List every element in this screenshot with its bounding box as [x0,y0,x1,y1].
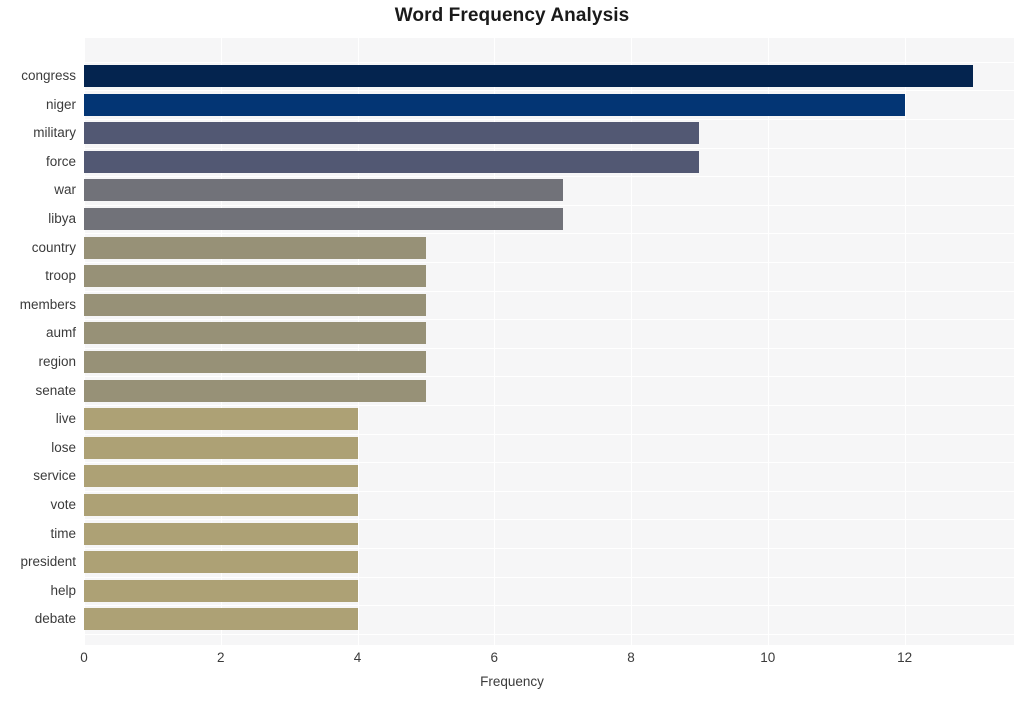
horizontal-gridline [84,119,1014,120]
bar-region[interactable] [84,351,426,373]
y-axis-label-niger: niger [45,96,76,112]
x-tick-2: 2 [216,650,225,665]
chart-figure: Word Frequency Analysis congress niger mil… [0,0,1024,701]
horizontal-gridline [84,262,1014,263]
y-axis-label-president: president [20,554,76,570]
x-tick-4: 4 [353,650,362,665]
bar-aumf[interactable] [84,322,426,344]
y-axis-label-senate: senate [35,382,76,398]
bar-war[interactable] [84,179,563,201]
vertical-gridline [767,38,769,645]
horizontal-gridline [84,348,1014,349]
bar-troop[interactable] [84,265,426,287]
bar-vote[interactable] [84,494,358,516]
horizontal-gridline [84,519,1014,520]
x-tick-10: 10 [760,650,776,665]
bar-live[interactable] [84,408,358,430]
y-axis-label-debate: debate [34,611,76,627]
plot-area [84,38,1014,645]
horizontal-gridline [84,577,1014,578]
y-axis-label-service: service [33,468,76,484]
y-axis-label-vote: vote [50,497,76,512]
bar-country[interactable] [84,237,426,259]
vertical-gridline [904,38,906,645]
bar-military[interactable] [84,122,699,144]
y-axis-label-members: members [19,296,76,312]
bar-force[interactable] [84,151,699,173]
horizontal-gridline [84,605,1014,606]
y-axis-label-time: time [50,525,76,541]
bar-lose[interactable] [84,437,358,459]
horizontal-gridline [84,62,1014,63]
bar-members[interactable] [84,294,426,316]
horizontal-gridline [84,634,1014,635]
horizontal-gridline [84,176,1014,177]
horizontal-gridline [84,405,1014,406]
horizontal-gridline [84,548,1014,549]
y-axis-label-aumf: aumf [45,325,76,341]
y-axis-label-troop: troop [45,268,76,284]
horizontal-gridline [84,233,1014,234]
bar-niger[interactable] [84,94,905,116]
y-axis-label-military: military [33,125,76,141]
y-axis-label-force: force [45,153,76,169]
x-tick-12: 12 [897,650,913,665]
x-tick-0: 0 [80,650,88,665]
y-axis-label-country: country [31,239,76,255]
x-axis-title: Frequency [480,674,544,689]
y-axis-label-region: region [38,354,76,369]
y-axis-label-help: help [50,582,76,598]
horizontal-gridline [84,205,1014,206]
bar-debate[interactable] [84,608,358,630]
bar-president[interactable] [84,551,358,573]
y-axis-label-congress: congress [21,68,76,83]
x-tick-6: 6 [490,650,499,665]
horizontal-gridline [84,148,1014,149]
horizontal-gridline [84,491,1014,492]
bar-service[interactable] [84,465,358,487]
x-tick-8: 8 [627,650,635,665]
horizontal-gridline [84,462,1014,463]
y-axis-label-live: live [55,411,76,427]
bar-senate[interactable] [84,380,426,402]
horizontal-gridline [84,319,1014,320]
bar-help[interactable] [84,580,358,602]
horizontal-gridline [84,90,1014,91]
y-axis-label-war: war [54,182,76,198]
bar-time[interactable] [84,523,358,545]
horizontal-gridline [84,376,1014,377]
chart-title: Word Frequency Analysis [394,5,630,26]
y-axis-label-lose: lose [51,439,76,455]
bar-congress[interactable] [84,65,973,87]
horizontal-gridline [84,434,1014,435]
horizontal-gridline [84,291,1014,292]
bar-libya[interactable] [84,208,563,230]
y-axis-label-libya: libya [48,211,76,226]
